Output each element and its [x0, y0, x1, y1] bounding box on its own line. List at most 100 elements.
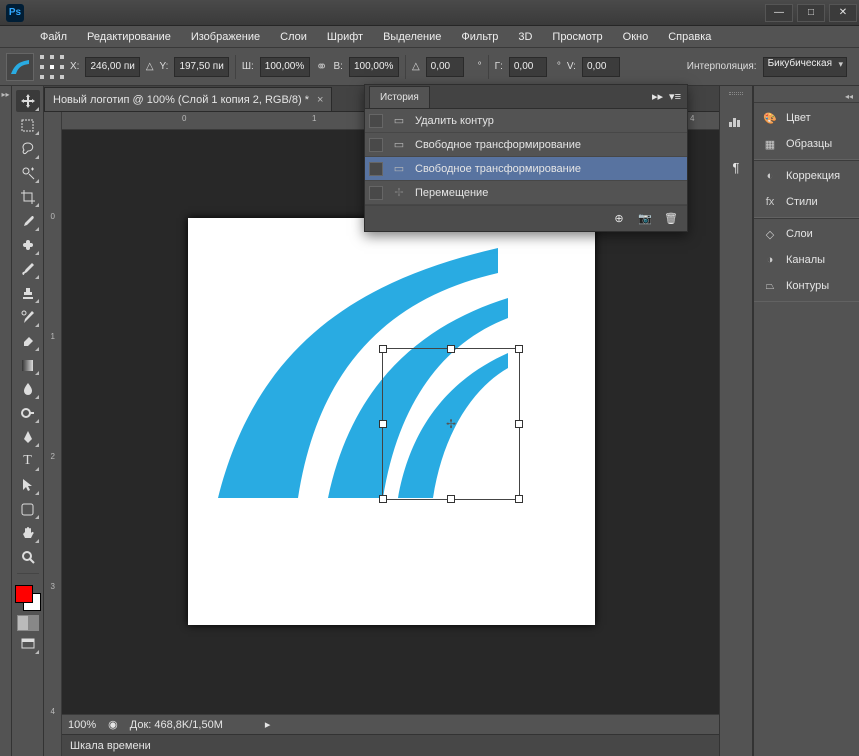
history-menu-icon[interactable]: ▾≡ — [669, 90, 681, 103]
transform-tool-icon[interactable] — [6, 53, 34, 81]
transform-handle-se[interactable] — [515, 495, 523, 503]
angle-field[interactable]: 0,00 — [426, 57, 464, 77]
history-checkbox[interactable] — [369, 162, 383, 176]
hskew-field[interactable]: 0,00 — [509, 57, 547, 77]
history-state[interactable]: ▭ Удалить контур — [365, 109, 687, 133]
mini-histogram-icon[interactable] — [724, 110, 748, 132]
delta-icon[interactable]: △ — [146, 61, 154, 72]
transform-handle-ne[interactable] — [515, 345, 523, 353]
panel-layers[interactable]: ◇Слои — [754, 221, 859, 247]
menu-layers[interactable]: Слои — [270, 28, 317, 46]
canvas[interactable]: ✢ — [188, 218, 595, 625]
panel-channels[interactable]: ◑Каналы — [754, 247, 859, 273]
move-tool[interactable] — [16, 90, 40, 112]
menu-type[interactable]: Шрифт — [317, 28, 373, 46]
hskew-label: Г: — [495, 61, 503, 72]
healing-tool[interactable] — [16, 234, 40, 256]
ruler-vertical[interactable]: 0 1 2 3 4 — [44, 112, 62, 756]
panel-styles[interactable]: fxСтили — [754, 189, 859, 215]
interp-dropdown[interactable]: Бикубическая — [763, 57, 847, 77]
status-arrow-icon[interactable]: ▸ — [265, 718, 271, 731]
y-field[interactable]: 197,50 пи — [174, 57, 228, 77]
fg-swatch[interactable] — [15, 585, 33, 603]
minimize-button[interactable]: — — [765, 4, 793, 22]
menu-image[interactable]: Изображение — [181, 28, 270, 46]
quick-select-tool[interactable] — [16, 162, 40, 184]
menu-view[interactable]: Просмотр — [542, 28, 612, 46]
document-tab[interactable]: Новый логотип @ 100% (Слой 1 копия 2, RG… — [44, 87, 332, 111]
crop-tool[interactable] — [16, 186, 40, 208]
screen-mode-button[interactable] — [16, 633, 40, 655]
zoom-tool[interactable] — [16, 546, 40, 568]
dodge-tool[interactable] — [16, 402, 40, 424]
history-state-selected[interactable]: ▭ Свободное трансформирование — [365, 157, 687, 181]
status-menu-icon[interactable]: ◉ — [108, 718, 118, 731]
eyedropper-tool[interactable] — [16, 210, 40, 232]
color-swatches[interactable] — [15, 585, 41, 611]
h-field[interactable]: 100,00% — [349, 57, 399, 77]
blur-tool[interactable] — [16, 378, 40, 400]
mini-character-icon[interactable]: ¶ — [724, 156, 748, 178]
pen-tool[interactable] — [16, 426, 40, 448]
transform-handle-s[interactable] — [447, 495, 455, 503]
transform-center-icon[interactable]: ✢ — [446, 417, 456, 431]
transform-handle-e[interactable] — [515, 420, 523, 428]
close-button[interactable]: ✕ — [829, 4, 857, 22]
brush-tool[interactable] — [16, 258, 40, 280]
panel-paths[interactable]: ⏢Контуры — [754, 273, 859, 299]
timeline-panel[interactable]: Шкала времени — [62, 734, 719, 756]
history-panel[interactable]: История ▸▸ ▾≡ ▭ Удалить контур ▭ Свободн… — [364, 84, 688, 232]
maximize-button[interactable]: □ — [797, 4, 825, 22]
history-checkbox[interactable] — [369, 114, 383, 128]
zoom-level[interactable]: 100% — [68, 719, 96, 731]
shape-tool[interactable] — [16, 498, 40, 520]
type-tool[interactable]: T — [16, 450, 40, 472]
menu-edit[interactable]: Редактирование — [77, 28, 181, 46]
history-header[interactable]: История ▸▸ ▾≡ — [365, 85, 687, 109]
lasso-tool[interactable] — [16, 138, 40, 160]
history-tab[interactable]: История — [369, 86, 430, 108]
history-collapse-icon[interactable]: ▸▸ — [652, 90, 663, 103]
transform-handle-sw[interactable] — [379, 495, 387, 503]
tab-close-icon[interactable]: × — [317, 94, 323, 106]
quickmask-toggle[interactable] — [17, 615, 39, 631]
dock-grip[interactable] — [720, 92, 752, 102]
panel-adjustments[interactable]: ◐Коррекция — [754, 163, 859, 189]
menu-help[interactable]: Справка — [658, 28, 721, 46]
history-new-doc-icon[interactable]: ⊕ — [611, 211, 627, 227]
stamp-tool[interactable] — [16, 282, 40, 304]
w-field[interactable]: 100,00% — [260, 57, 310, 77]
history-state[interactable]: ▭ Свободное трансформирование — [365, 133, 687, 157]
reference-point-picker[interactable] — [40, 55, 64, 79]
gradient-tool[interactable] — [16, 354, 40, 376]
menu-filter[interactable]: Фильтр — [451, 28, 508, 46]
history-checkbox[interactable] — [369, 138, 383, 152]
history-state-disabled[interactable]: ✢ Перемещение — [365, 181, 687, 205]
expand-dock-left[interactable]: ▸▸ — [0, 86, 12, 756]
path-select-tool[interactable] — [16, 474, 40, 496]
panel-color[interactable]: 🎨Цвет — [754, 105, 859, 131]
link-aspect-icon[interactable]: ⚭ — [316, 58, 328, 75]
history-snapshot-icon[interactable]: 📷 — [637, 211, 653, 227]
doc-size[interactable]: Док: 468,8K/1,50M — [130, 719, 223, 731]
vskew-field[interactable]: 0,00 — [582, 57, 620, 77]
grid-icon: ▦ — [762, 136, 778, 152]
separator — [405, 55, 406, 79]
menu-3d[interactable]: 3D — [508, 28, 542, 46]
x-field[interactable]: 246,00 пи — [85, 57, 139, 77]
menu-window[interactable]: Окно — [613, 28, 659, 46]
panel-swatches[interactable]: ▦Образцы — [754, 131, 859, 157]
transform-handle-nw[interactable] — [379, 345, 387, 353]
hand-tool[interactable] — [16, 522, 40, 544]
history-brush-tool[interactable] — [16, 306, 40, 328]
history-trash-icon[interactable]: 🗑 — [663, 211, 679, 227]
marquee-tool[interactable] — [16, 114, 40, 136]
history-checkbox[interactable] — [369, 186, 383, 200]
transform-handle-w[interactable] — [379, 420, 387, 428]
collapse-panels-icon[interactable]: ◂◂ — [754, 90, 859, 102]
transform-handle-n[interactable] — [447, 345, 455, 353]
eraser-tool[interactable] — [16, 330, 40, 352]
transform-bounding-box[interactable]: ✢ — [382, 348, 520, 500]
menu-file[interactable]: Файл — [30, 28, 77, 46]
menu-select[interactable]: Выделение — [373, 28, 451, 46]
